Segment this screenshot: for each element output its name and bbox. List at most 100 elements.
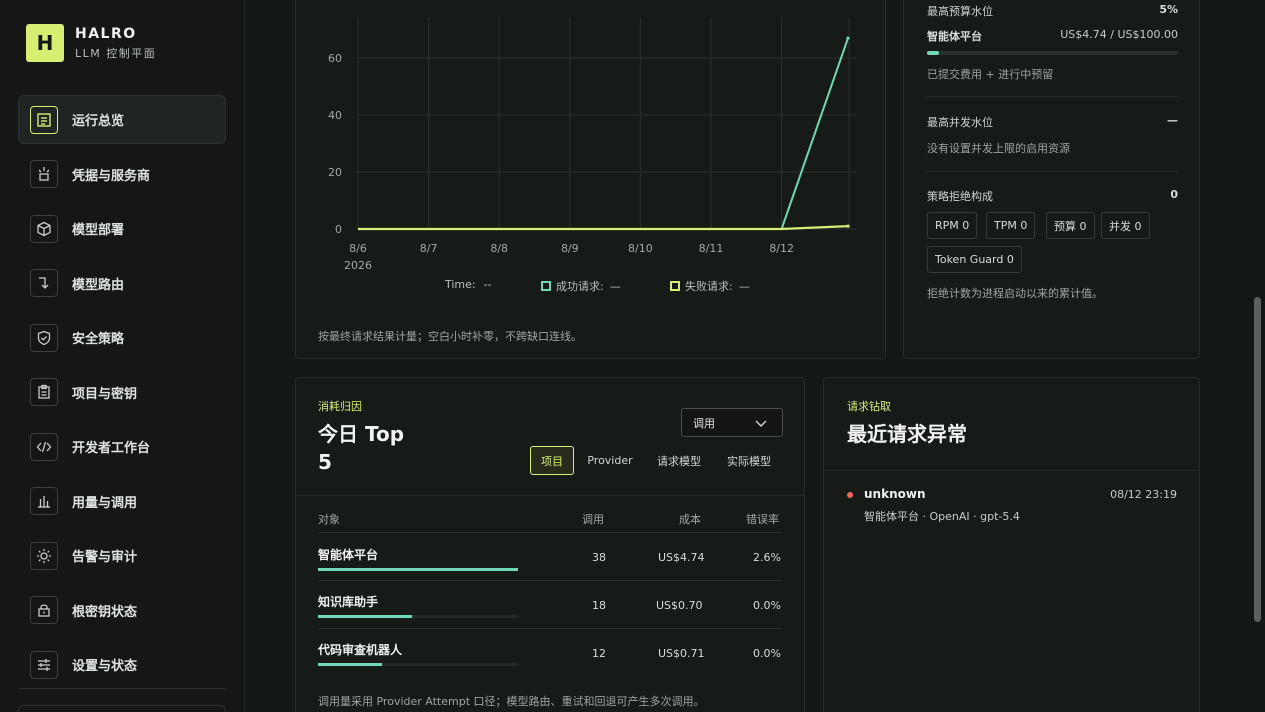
series-line — [358, 225, 849, 231]
legend-fail[interactable]: 失败请求: — — [670, 278, 750, 294]
tab-request-model[interactable]: 请求模型 — [648, 446, 710, 475]
divider — [927, 171, 1178, 172]
row-share-bar — [318, 615, 518, 618]
anomaly-card: 请求钻取 最近请求异常 unknown 08/12 23:19 智能体平台 · … — [823, 377, 1200, 712]
sidebar-item-projects[interactable]: 项目与密钥 — [18, 368, 226, 417]
rejection-note: 拒绝计数为进程启动以来的累计值。 — [927, 287, 1103, 300]
sidebar-item-label: 根密钥状态 — [72, 604, 138, 620]
sidebar-nav: 运行总览 凭据与服务商 模型部署 模型路由 安全策略 项目与密钥 开发者工作台 … — [18, 95, 226, 695]
x-tick-label: 8/12 — [769, 242, 794, 255]
top5-title-line1: 今日 Top — [318, 422, 405, 446]
sidebar-item-settings[interactable]: 设置与状态 — [18, 640, 226, 689]
sidebar-item-label: 设置与状态 — [72, 659, 138, 674]
row-cost: US$0.70 — [656, 599, 703, 612]
row-share-bar — [318, 568, 518, 571]
sidebar-item-credentials[interactable]: 凭据与服务商 — [18, 150, 226, 199]
platform-note: 已提交费用 + 进行中预留 — [927, 68, 1054, 81]
platform-value: US$4.74 / US$100.00 — [1060, 28, 1178, 41]
divider — [318, 628, 783, 629]
legend-time-value: -- — [483, 278, 492, 291]
sidebar: H HALRO LLM 控制平面 运行总览 凭据与服务商 模型部署 模型路由 安… — [0, 0, 245, 712]
rejection-value: 0 — [1170, 188, 1178, 201]
legend-fail-swatch — [670, 281, 680, 291]
scrollbar-thumb[interactable] — [1254, 297, 1261, 622]
lock-icon — [30, 596, 58, 624]
row-share-fill — [318, 663, 382, 666]
shield-icon — [30, 323, 58, 352]
sidebar-item-overview[interactable]: 运行总览 — [18, 95, 226, 144]
y-tick-label: 60 — [328, 52, 342, 65]
concurrency-label: 最高并发水位 — [927, 116, 993, 129]
tab-provider[interactable]: Provider — [580, 446, 640, 475]
rejection-label: 策略拒绝构成 — [927, 190, 993, 203]
brand-subtitle: LLM 控制平面 — [75, 46, 157, 60]
sidebar-item-label: 模型路由 — [72, 277, 125, 293]
concurrency-note: 没有设置并发上限的启用资源 — [927, 142, 1070, 155]
max-budget-row: 最高预算水位 5% — [927, 3, 1178, 19]
col-error-rate: 错误率 — [746, 513, 779, 526]
legend-time: Time: -- — [445, 278, 492, 291]
clipboard-icon — [30, 378, 58, 406]
tab-project[interactable]: 项目 — [530, 446, 574, 475]
chip-tpm: TPM 0 — [986, 212, 1036, 239]
row-error-rate: 0.0% — [753, 647, 781, 660]
top5-title: 今日 Top 5 — [318, 420, 404, 476]
row-share-fill — [318, 568, 518, 571]
anomaly-title: 最近请求异常 — [847, 422, 967, 446]
sidebar-item-routing[interactable]: 模型路由 — [18, 259, 226, 308]
alert-icon — [30, 541, 58, 570]
row-calls: 12 — [592, 647, 606, 660]
sidebar-item-label: 开发者工作台 — [72, 441, 151, 456]
row-name: 知识库助手 — [318, 595, 379, 609]
divider — [318, 532, 783, 533]
divider — [296, 495, 804, 496]
anomaly-status: unknown — [864, 487, 926, 501]
chip-concurrency: 并发 0 — [1101, 212, 1150, 239]
row-name: 代码审查机器人 — [318, 643, 403, 657]
sliders-icon — [30, 650, 58, 679]
row-cost: US$0.71 — [658, 647, 705, 660]
x-tick-label: 8/9 — [561, 242, 579, 255]
top5-title-line2: 5 — [318, 450, 332, 474]
row-name: 智能体平台 — [318, 548, 379, 562]
sidebar-item-deployments[interactable]: 模型部署 — [18, 204, 226, 253]
row-calls: 38 — [592, 551, 606, 564]
col-calls: 调用 — [582, 513, 604, 526]
y-tick-label: 40 — [328, 109, 342, 122]
row-calls: 18 — [592, 599, 606, 612]
platform-budget-row: 智能体平台 US$4.74 / US$100.00 — [927, 28, 1178, 44]
legend-fail-value: — — [738, 279, 750, 293]
row-cost: US$4.74 — [658, 551, 705, 564]
legend-success[interactable]: 成功请求: — — [541, 278, 621, 294]
sidebar-footer-button[interactable] — [18, 705, 226, 712]
status-dot-icon — [847, 492, 853, 498]
x-tick-label: 8/6 — [349, 242, 367, 255]
chip-budget: 预算 0 — [1046, 212, 1095, 239]
sidebar-item-alerts[interactable]: 告警与审计 — [18, 531, 226, 580]
brand-logo: H — [26, 24, 64, 62]
page-scrollbar[interactable] — [1251, 0, 1265, 712]
budget-progress-fill — [927, 51, 939, 55]
col-object: 对象 — [318, 513, 340, 526]
sidebar-item-security[interactable]: 安全策略 — [18, 313, 226, 362]
code-icon — [30, 432, 58, 461]
chip-rpm: RPM 0 — [927, 212, 978, 239]
anomaly-detail: 智能体平台 · OpenAI · gpt-5.4 — [864, 510, 1020, 523]
y-tick-label: 20 — [328, 166, 342, 179]
sidebar-item-label: 用量与调用 — [72, 495, 138, 511]
metric-select[interactable]: 调用 — [681, 408, 783, 437]
divider — [927, 96, 1178, 97]
legend-fail-label: 失败请求: — [685, 280, 733, 293]
chart-legend: Time: -- 成功请求: — 失败请求: — — [296, 278, 887, 294]
sidebar-item-label: 运行总览 — [72, 114, 125, 129]
brand-name: HALRO — [75, 25, 137, 42]
brand[interactable]: H HALRO LLM 控制平面 — [26, 24, 156, 62]
sidebar-item-usage[interactable]: 用量与调用 — [18, 477, 226, 526]
traffic-chart-card: 0 20 40 60 8/6 8/7 8/8 8/9 8/10 8/11 8/12 2026 Time… — [295, 0, 886, 359]
legend-success-value: — — [609, 279, 621, 293]
sidebar-item-developer[interactable]: 开发者工作台 — [18, 422, 226, 471]
sidebar-item-root-key[interactable]: 根密钥状态 — [18, 586, 226, 635]
tab-actual-model[interactable]: 实际模型 — [718, 446, 780, 475]
x-tick-label: 8/7 — [420, 242, 438, 255]
top5-card: 消耗归因 今日 Top 5 调用 项目 Provider 请求模型 实际模型 对… — [295, 377, 805, 712]
